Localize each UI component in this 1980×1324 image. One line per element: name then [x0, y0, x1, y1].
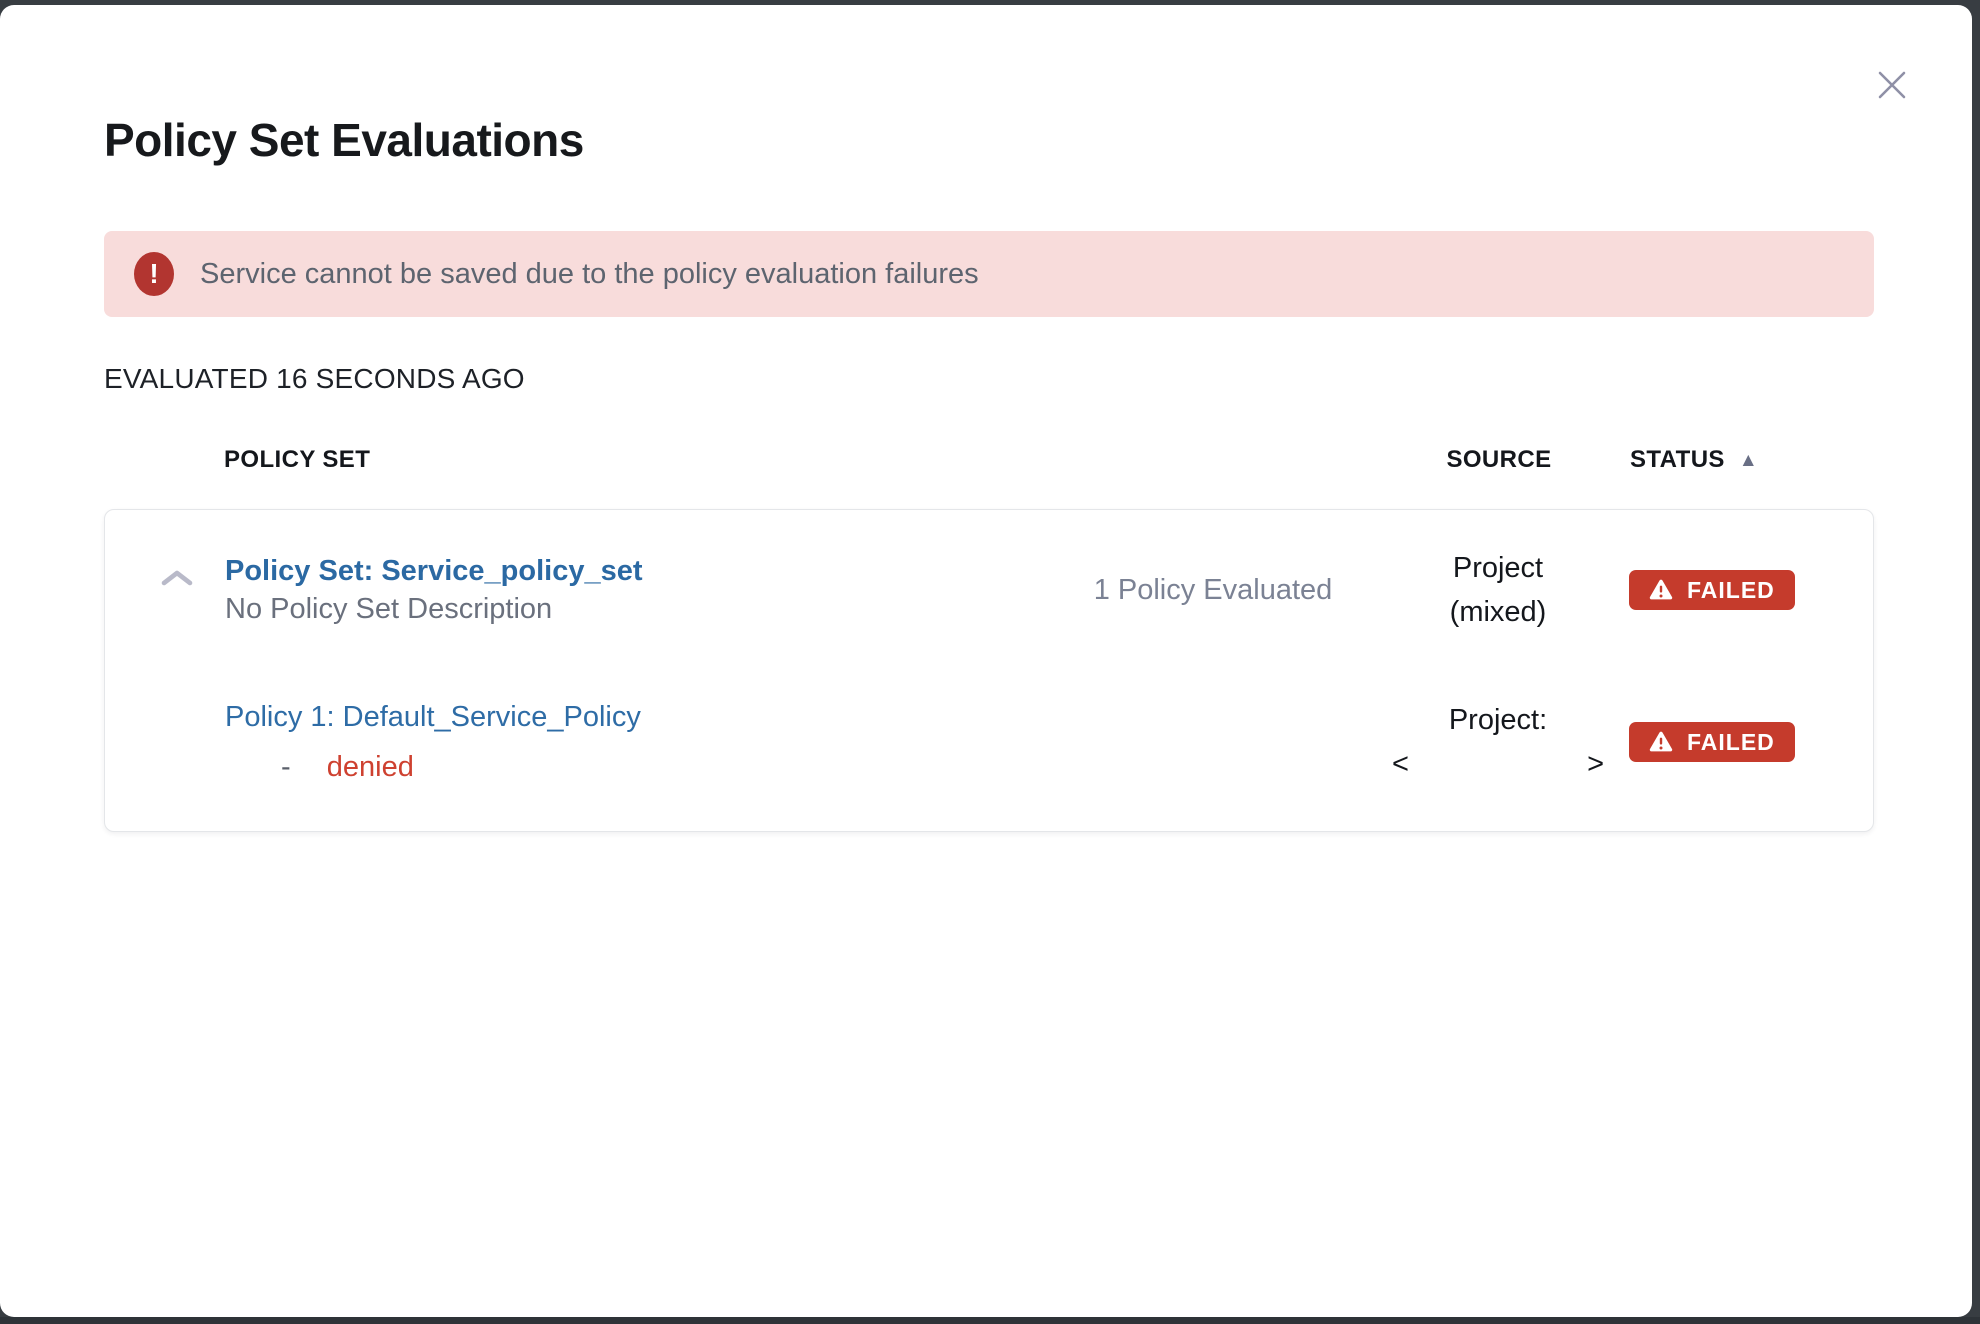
status-badge-failed: FAILED	[1629, 570, 1795, 610]
evaluated-timestamp: EVALUATED 16 SECONDS AGO	[104, 364, 1874, 394]
source-line-1: Project:	[1373, 698, 1623, 742]
policy-link[interactable]: Policy 1: Default_Service_Policy	[225, 698, 641, 736]
policy-row: Policy 1: Default_Service_Policy - denie…	[105, 658, 1873, 831]
column-header-source: SOURCE	[1374, 446, 1624, 474]
policy-set-description: No Policy Set Description	[225, 590, 1053, 628]
source-line-1: Project	[1373, 546, 1623, 590]
policy-set-evaluation-card: Policy Set: Service_policy_set No Policy…	[104, 509, 1874, 832]
status-badge-label: FAILED	[1687, 730, 1775, 754]
window-bottom-edge	[0, 1317, 1980, 1324]
source-line-2: (mixed)	[1373, 590, 1623, 634]
source-line-2: < >	[1392, 742, 1604, 786]
warning-triangle-icon	[1649, 579, 1673, 601]
policy-set-link[interactable]: Policy Set: Service_policy_set	[225, 552, 643, 590]
error-alert-banner: ! Service cannot be saved due to the pol…	[104, 231, 1874, 317]
sort-ascending-icon: ▲	[1739, 451, 1758, 470]
error-circle-icon: !	[134, 252, 174, 296]
table-header-row: POLICY SET SOURCE STATUS ▲	[104, 444, 1874, 476]
modal-title: Policy Set Evaluations	[104, 113, 1874, 167]
policy-source: Project: < >	[1373, 698, 1623, 786]
column-header-policy-set: POLICY SET	[104, 446, 1054, 474]
collapse-row-button[interactable]	[157, 564, 197, 592]
policy-set-row: Policy Set: Service_policy_set No Policy…	[105, 510, 1873, 658]
angle-open: <	[1392, 742, 1409, 786]
policy-set-evaluations-modal: Policy Set Evaluations ! Service cannot …	[0, 5, 1972, 1317]
column-header-status[interactable]: STATUS ▲	[1624, 446, 1874, 474]
policy-result-line: - denied	[225, 748, 1053, 786]
result-dash: -	[281, 751, 291, 783]
status-badge-failed: FAILED	[1629, 722, 1795, 762]
policies-evaluated-count: 1 Policy Evaluated	[1053, 574, 1373, 607]
close-button[interactable]	[1870, 63, 1914, 107]
close-icon	[1873, 66, 1911, 104]
warning-triangle-icon	[1649, 731, 1673, 753]
chevron-up-icon	[159, 567, 195, 589]
angle-close: >	[1587, 742, 1604, 786]
error-alert-message: Service cannot be saved due to the polic…	[200, 258, 979, 291]
status-badge-label: FAILED	[1687, 578, 1775, 602]
policy-set-source: Project (mixed)	[1373, 546, 1623, 634]
screen-background: Policy Set Evaluations ! Service cannot …	[0, 0, 1980, 1324]
policy-result-denied: denied	[327, 751, 414, 783]
status-header-label: STATUS	[1630, 446, 1725, 474]
